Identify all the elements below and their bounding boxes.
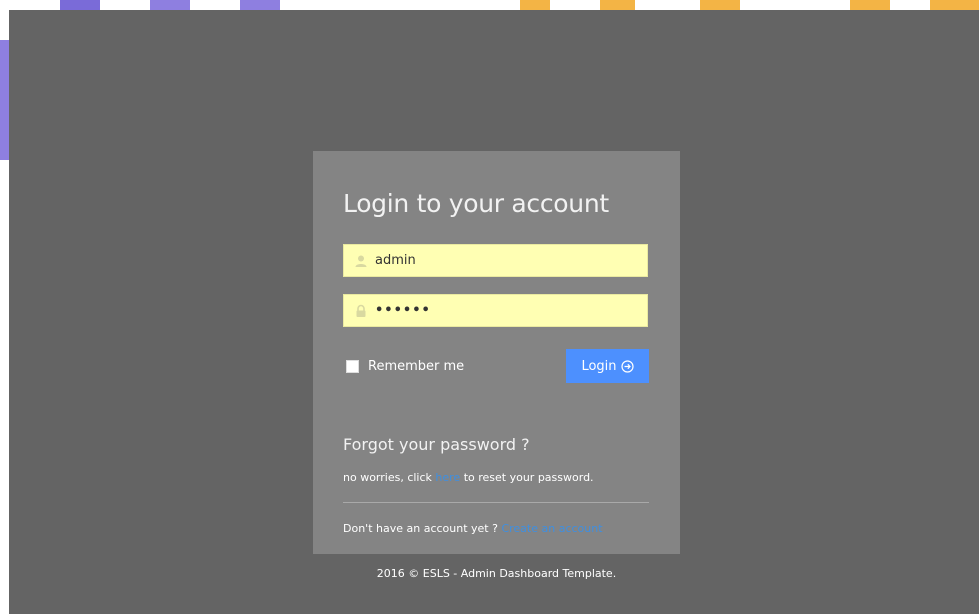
remember-checkbox[interactable] <box>346 360 359 373</box>
backdrop-stripe <box>150 0 190 10</box>
login-page: Login to your account Remember me <box>9 10 979 614</box>
forgot-password-text: no worries, click here to reset your pas… <box>343 471 594 484</box>
divider <box>343 502 649 503</box>
forgot-text-before: no worries, click <box>343 471 436 484</box>
login-button[interactable]: Login <box>566 349 649 383</box>
backdrop-stripe <box>700 0 740 10</box>
remember-label: Remember me <box>368 359 465 374</box>
login-panel: Login to your account Remember me <box>313 151 680 554</box>
username-input[interactable] <box>375 245 640 276</box>
signup-prompt-text: Don't have an account yet ? <box>343 522 502 535</box>
backdrop-stripe <box>600 0 635 10</box>
reset-password-link[interactable]: here <box>435 471 460 484</box>
arrow-right-circle-icon <box>620 359 634 373</box>
forgot-password-title: Forgot your password ? <box>343 435 530 454</box>
create-account-link[interactable]: Create an account <box>501 522 602 535</box>
password-field[interactable] <box>343 294 648 327</box>
password-input[interactable] <box>375 295 640 326</box>
signup-prompt: Don't have an account yet ? Create an ac… <box>343 522 603 535</box>
backdrop-stripe <box>240 0 280 10</box>
forgot-text-after: to reset your password. <box>460 471 594 484</box>
backdrop-stripe <box>850 0 890 10</box>
backdrop-stripe <box>520 0 550 10</box>
backdrop-stripe <box>60 0 100 10</box>
remember-me[interactable]: Remember me <box>346 359 464 374</box>
lock-icon <box>354 304 368 318</box>
login-title: Login to your account <box>343 189 609 218</box>
backdrop-stripe <box>930 0 979 10</box>
username-field[interactable] <box>343 244 648 277</box>
user-icon <box>354 254 368 268</box>
footer-copyright: 2016 © ESLS - Admin Dashboard Template. <box>376 567 617 580</box>
login-button-label: Login <box>581 358 617 374</box>
